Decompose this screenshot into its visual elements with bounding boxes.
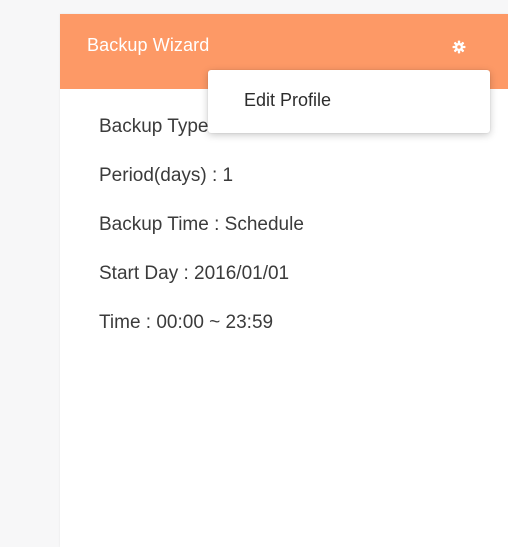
gear-icon[interactable]: [452, 40, 466, 54]
period-line: Period(days) : 1: [99, 165, 234, 186]
panel-title: Backup Wizard: [87, 35, 210, 55]
settings-dropdown-menu: Edit Profile: [208, 70, 490, 133]
backup-time-line: Backup Time : Schedule: [99, 214, 304, 235]
page: Backup Wizard Backup Type : RoundRobin: [0, 0, 508, 547]
edit-profile-menu-item[interactable]: Edit Profile: [244, 90, 331, 111]
start-day-line: Start Day : 2016/01/01: [99, 263, 290, 284]
panel-body: Backup Type : RoundRobin Period(days) : …: [99, 114, 330, 359]
time-range-line: Time : 00:00 ~ 23:59: [99, 312, 274, 333]
